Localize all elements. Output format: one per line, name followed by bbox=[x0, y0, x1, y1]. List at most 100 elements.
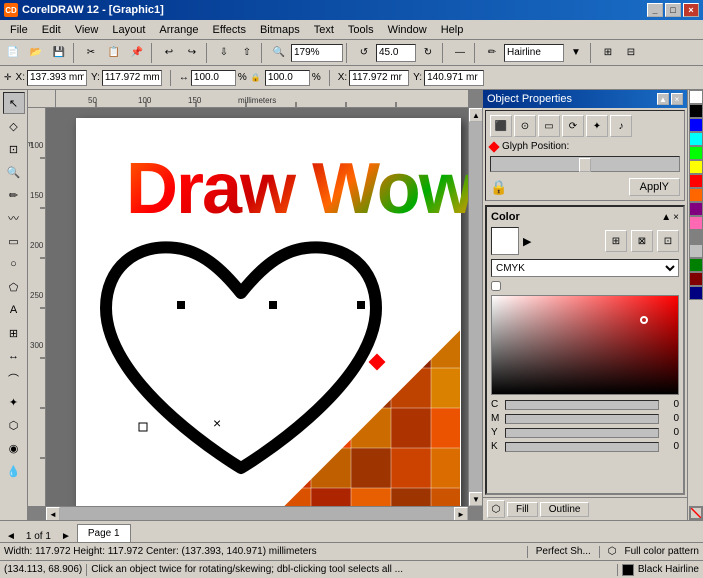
color-options-btn-1[interactable]: ⊞ bbox=[605, 230, 627, 252]
dimension-tool[interactable]: ↔ bbox=[3, 345, 25, 367]
menu-view[interactable]: View bbox=[69, 22, 105, 38]
color-expand-icon[interactable]: ▲ bbox=[661, 212, 671, 223]
text-tool[interactable]: A bbox=[3, 299, 25, 321]
panel-expand-button[interactable]: ▲ bbox=[657, 93, 669, 105]
color-strip-purple[interactable] bbox=[689, 202, 703, 216]
fill-tool[interactable]: ⬡ bbox=[3, 414, 25, 436]
line-style-button[interactable]: — bbox=[449, 42, 471, 64]
color-strip-gray[interactable] bbox=[689, 230, 703, 244]
interactive-fill-tool[interactable]: ◉ bbox=[3, 437, 25, 459]
fill-tool-icon[interactable]: ⬡ bbox=[487, 500, 505, 518]
rotation-input[interactable] bbox=[376, 44, 416, 62]
scroll-down-button[interactable]: ▼ bbox=[469, 492, 482, 506]
page-nav-left[interactable]: ◄ bbox=[2, 531, 20, 542]
effects-tool[interactable]: ✦ bbox=[3, 391, 25, 413]
color-strip-cyan[interactable] bbox=[689, 132, 703, 146]
x-input[interactable] bbox=[27, 70, 87, 86]
draw-wow-text[interactable]: Draw Wow bbox=[126, 148, 468, 230]
page-nav-right[interactable]: ► bbox=[57, 531, 75, 542]
new-button[interactable]: 📄 bbox=[2, 42, 24, 64]
prop-icon-1[interactable]: ⬛ bbox=[490, 115, 512, 137]
copy-button[interactable]: 📋 bbox=[103, 42, 125, 64]
scrollbar-vertical[interactable]: ▲ ▼ bbox=[468, 108, 482, 506]
color-preview-box[interactable] bbox=[491, 227, 519, 255]
ellipse-tool[interactable]: ○ bbox=[3, 253, 25, 275]
m-slider[interactable] bbox=[505, 414, 659, 424]
connector-tool[interactable]: ⌒ bbox=[3, 368, 25, 390]
prop-icon-3[interactable]: ▭ bbox=[538, 115, 560, 137]
panel-close-button[interactable]: × bbox=[671, 93, 683, 105]
select-tool[interactable]: ↖ bbox=[3, 92, 25, 114]
rect-tool[interactable]: ▭ bbox=[3, 230, 25, 252]
color-strip-maroon[interactable] bbox=[689, 272, 703, 286]
scroll-h-track[interactable] bbox=[60, 507, 454, 520]
menu-edit[interactable]: Edit bbox=[36, 22, 67, 38]
h-input[interactable] bbox=[265, 70, 310, 86]
color-gradient-area[interactable] bbox=[491, 295, 679, 395]
color-strip-yellow[interactable] bbox=[689, 160, 703, 174]
open-button[interactable]: 📂 bbox=[25, 42, 47, 64]
color-strip-green[interactable] bbox=[689, 146, 703, 160]
rotate-left-button[interactable]: ↺ bbox=[353, 42, 375, 64]
menu-window[interactable]: Window bbox=[382, 22, 433, 38]
extra-btn-1[interactable]: ⊞ bbox=[597, 42, 619, 64]
scroll-v-track[interactable] bbox=[469, 122, 482, 492]
export-button[interactable]: ⇧ bbox=[236, 42, 258, 64]
color-strip-none[interactable] bbox=[689, 506, 703, 520]
color-options-btn-2[interactable]: ⊠ bbox=[631, 230, 653, 252]
menu-effects[interactable]: Effects bbox=[207, 22, 252, 38]
apply-button[interactable]: ApplY bbox=[629, 178, 680, 196]
cut-button[interactable]: ✂ bbox=[80, 42, 102, 64]
eyedropper-tool[interactable]: 💧 bbox=[3, 460, 25, 482]
zoom-tool[interactable]: 🔍 bbox=[3, 161, 25, 183]
page-tab-1[interactable]: Page 1 bbox=[77, 524, 131, 542]
zoom-input[interactable] bbox=[291, 44, 343, 62]
scroll-up-button[interactable]: ▲ bbox=[469, 108, 482, 122]
shape-tool[interactable]: ◇ bbox=[3, 115, 25, 137]
menu-bitmaps[interactable]: Bitmaps bbox=[254, 22, 306, 38]
prop-icon-5[interactable]: ✦ bbox=[586, 115, 608, 137]
color-mode-select[interactable]: CMYK bbox=[491, 259, 679, 277]
freehand-tool[interactable]: ✏ bbox=[3, 184, 25, 206]
close-button[interactable]: × bbox=[683, 3, 699, 17]
scroll-right-button[interactable]: ► bbox=[454, 507, 468, 520]
color-strip-silver[interactable] bbox=[689, 244, 703, 258]
save-button[interactable]: 💾 bbox=[48, 42, 70, 64]
menu-file[interactable]: File bbox=[4, 22, 34, 38]
polygon-tool[interactable]: ⬠ bbox=[3, 276, 25, 298]
undo-button[interactable]: ↩ bbox=[158, 42, 180, 64]
fill-button[interactable]: Fill bbox=[507, 502, 538, 517]
rotate-right-button[interactable]: ↻ bbox=[417, 42, 439, 64]
scroll-left-button[interactable]: ◄ bbox=[46, 507, 60, 520]
import-button[interactable]: ⇩ bbox=[213, 42, 235, 64]
smart-draw-tool[interactable]: 〰 bbox=[3, 207, 25, 229]
x2-input[interactable] bbox=[349, 70, 409, 86]
y2-input[interactable] bbox=[424, 70, 484, 86]
color-options-btn-3[interactable]: ⊡ bbox=[657, 230, 679, 252]
color-strip-blue[interactable] bbox=[689, 118, 703, 132]
hairline-input[interactable] bbox=[504, 44, 564, 62]
hairline-dropdown[interactable]: ▼ bbox=[565, 42, 587, 64]
paste-button[interactable]: 📌 bbox=[126, 42, 148, 64]
color-close-icon[interactable]: × bbox=[673, 212, 679, 223]
color-strip-red[interactable] bbox=[689, 174, 703, 188]
zoom-in-button[interactable]: 🔍 bbox=[268, 42, 290, 64]
prop-icon-2[interactable]: ⊙ bbox=[514, 115, 536, 137]
color-strip-pink[interactable] bbox=[689, 216, 703, 230]
menu-arrange[interactable]: Arrange bbox=[153, 22, 204, 38]
color-strip-orange[interactable] bbox=[689, 188, 703, 202]
redo-button[interactable]: ↪ bbox=[181, 42, 203, 64]
scrollbar-horizontal[interactable]: ◄ ► bbox=[46, 506, 468, 520]
w-input[interactable] bbox=[191, 70, 236, 86]
outline-button[interactable]: Outline bbox=[540, 502, 590, 517]
prop-icon-6[interactable]: ♪ bbox=[610, 115, 632, 137]
k-slider[interactable] bbox=[505, 442, 659, 452]
glyph-slider[interactable] bbox=[490, 156, 680, 172]
y-input[interactable] bbox=[102, 70, 162, 86]
crop-tool[interactable]: ⊡ bbox=[3, 138, 25, 160]
extra-btn-2[interactable]: ⊟ bbox=[620, 42, 642, 64]
menu-layout[interactable]: Layout bbox=[106, 22, 151, 38]
color-strip-black[interactable] bbox=[689, 104, 703, 118]
prop-icon-4[interactable]: ⟳ bbox=[562, 115, 584, 137]
table-tool[interactable]: ⊞ bbox=[3, 322, 25, 344]
